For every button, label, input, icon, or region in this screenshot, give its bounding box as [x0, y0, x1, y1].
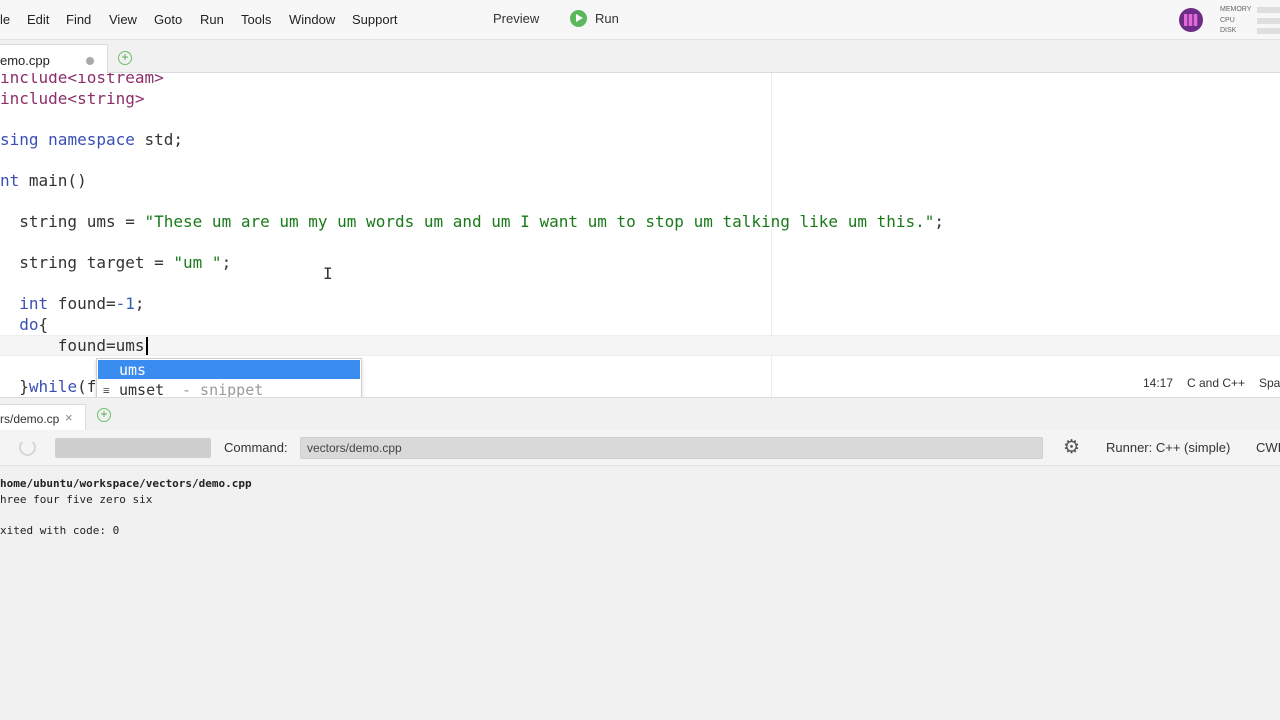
editor-tab-bar: emo.cpp + — [0, 40, 1280, 74]
cursor-position[interactable]: 14:17 — [1143, 376, 1173, 390]
menu-view[interactable]: View — [109, 12, 137, 27]
disk-label: DISK — [1220, 27, 1237, 34]
autocomplete-item-label: ums — [119, 361, 147, 379]
runner-run-button[interactable] — [55, 438, 211, 458]
indent-setting[interactable]: Spa — [1259, 376, 1280, 390]
runner-selector[interactable]: Runner: C++ (simple) — [1106, 440, 1230, 455]
menu-support[interactable]: Support — [352, 12, 398, 27]
avatar[interactable] — [1179, 8, 1203, 32]
new-tab-plus-icon[interactable]: + — [118, 51, 132, 65]
code-line-10: }while(f — [0, 377, 96, 397]
unsaved-dot-icon[interactable] — [86, 57, 94, 65]
code-line-1: include<iostream> — [0, 73, 164, 88]
runner-toolbar: Command: vectors/demo.cpp ⚙ Runner: C++ … — [0, 430, 1280, 466]
menu-window[interactable]: Window — [289, 12, 335, 27]
run-button[interactable]: Run — [595, 11, 619, 26]
cpu-meter — [1257, 17, 1280, 24]
code-token: -1 — [115, 294, 135, 313]
code-token: { — [38, 315, 49, 334]
memory-meter — [1257, 7, 1280, 13]
code-token: string ums = — [0, 212, 145, 231]
cpu-label: CPU — [1220, 16, 1235, 24]
code-token: "um " — [173, 253, 222, 272]
code-token: found= — [48, 294, 116, 313]
menu-edit[interactable]: Edit — [27, 12, 49, 27]
disk-meter — [1257, 28, 1280, 34]
memory-label: MEMORY — [1220, 6, 1252, 13]
code-line-7: int found=-1; — [0, 294, 145, 314]
editor-tab-demo-cpp[interactable]: emo.cpp — [0, 44, 108, 74]
code-token: ; — [934, 212, 945, 231]
code-token: main() — [19, 171, 87, 190]
close-icon[interactable]: × — [65, 410, 73, 425]
code-token: sing — [0, 130, 39, 149]
code-token: found=ums — [0, 336, 145, 355]
code-line-2: include<string> — [0, 89, 145, 109]
console-tab-bar: rs/demo.cp × + — [0, 397, 1280, 431]
command-input[interactable]: vectors/demo.cpp — [300, 437, 1043, 459]
gear-icon[interactable]: ⚙ — [1063, 438, 1080, 457]
console-tab-runner[interactable]: rs/demo.cp × — [0, 404, 86, 431]
code-token: ; — [134, 294, 145, 313]
code-line-9: found=ums — [0, 336, 145, 356]
menu-find[interactable]: Find — [66, 12, 91, 27]
code-token: ; — [221, 253, 232, 272]
menu-goto[interactable]: Goto — [154, 12, 182, 27]
code-line-6: string target = "um "; — [0, 253, 231, 273]
console-tab-label: rs/demo.cp — [0, 412, 60, 426]
menu-bar: le Edit Find View Goto Run Tools Window … — [0, 0, 1280, 40]
menu-run[interactable]: Run — [200, 12, 224, 27]
code-token: (f — [77, 377, 97, 396]
code-line-3: sing namespace std; — [0, 130, 183, 150]
code-line-5: string ums = "These um are um my um word… — [0, 212, 944, 232]
new-terminal-plus-icon[interactable]: + — [97, 408, 111, 422]
refresh-icon[interactable] — [19, 439, 36, 456]
preview-button[interactable]: Preview — [493, 11, 539, 26]
code-line-4: nt main() — [0, 171, 87, 191]
output-line: hree four five zero six — [0, 493, 153, 506]
menu-file[interactable]: le — [0, 12, 10, 27]
ibeam-cursor-icon: I — [323, 264, 333, 283]
code-token: while — [28, 377, 78, 396]
code-token: include<iostream> — [0, 73, 164, 87]
cwd-button[interactable]: CWI — [1256, 440, 1280, 455]
code-token: do — [19, 315, 39, 334]
code-token: nt — [0, 171, 20, 190]
code-token: include<string> — [0, 89, 145, 108]
output-line: xited with code: 0 — [0, 524, 120, 537]
code-line-8: do{ — [0, 315, 48, 335]
code-token: string target = — [0, 253, 174, 272]
editor-tab-label: emo.cpp — [0, 53, 50, 68]
code-token: } — [0, 377, 29, 396]
output-line: home/ubuntu/workspace/vectors/demo.cpp — [0, 477, 252, 490]
code-token: "These um are um my um words um and um I… — [144, 212, 935, 231]
run-icon[interactable] — [570, 10, 587, 27]
command-label: Command: — [224, 440, 288, 455]
active-line-highlight — [0, 335, 1280, 356]
code-token: std; — [134, 130, 184, 149]
autocomplete-item-ums[interactable]: ums — [98, 360, 360, 379]
code-editor[interactable]: include<iostream> include<string> sing n… — [0, 73, 1280, 397]
code-token: namespace — [48, 130, 135, 149]
text-cursor — [146, 337, 148, 355]
autocomplete-popup: ums ≡ umset - snippet — [96, 358, 362, 400]
language-mode[interactable]: C and C++ — [1187, 376, 1245, 390]
code-token: int — [19, 294, 49, 313]
console-output[interactable]: home/ubuntu/workspace/vectors/demo.cpp h… — [0, 467, 1280, 720]
resource-monitor: MEMORY CPU DISK — [1220, 5, 1280, 37]
menu-tools[interactable]: Tools — [241, 12, 271, 27]
